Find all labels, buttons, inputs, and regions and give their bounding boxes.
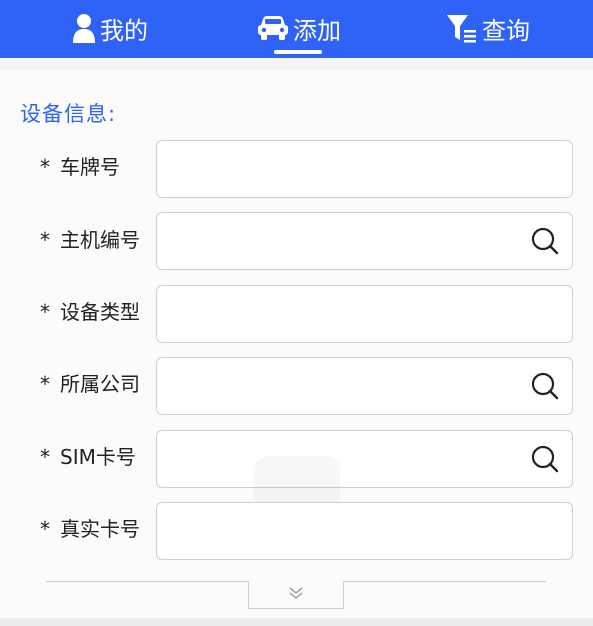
host-id-field — [156, 212, 573, 270]
filter-icon — [446, 13, 478, 43]
field-label-device-type: * 设备类型 — [40, 300, 140, 324]
required-mark: * — [40, 372, 50, 396]
device-type-field — [156, 285, 573, 343]
search-icon[interactable] — [530, 371, 560, 401]
device-type-input[interactable] — [169, 286, 529, 342]
bottom-strip — [0, 618, 593, 626]
company-field — [156, 357, 573, 415]
tab-mine-label: 我的 — [100, 16, 148, 45]
tab-add-label: 添加 — [293, 16, 341, 45]
divider — [46, 581, 249, 582]
user-icon — [72, 13, 96, 43]
tab-add[interactable]: 添加 — [257, 8, 341, 48]
field-label-host-id: * 主机编号 — [40, 228, 140, 252]
active-tab-indicator — [274, 50, 322, 54]
company-input[interactable] — [169, 358, 529, 414]
field-label-company: * 所属公司 — [40, 372, 140, 396]
tab-query[interactable]: 查询 — [446, 8, 530, 48]
required-mark: * — [40, 517, 50, 541]
expand-more-button[interactable] — [248, 581, 344, 609]
field-label-plate: * 车牌号 — [40, 155, 120, 179]
search-icon[interactable] — [530, 226, 560, 256]
required-mark: * — [40, 228, 50, 252]
sim-number-field — [156, 430, 573, 488]
real-card-input[interactable] — [169, 503, 529, 559]
sim-number-input[interactable] — [169, 431, 529, 487]
required-mark: * — [40, 300, 50, 324]
tab-mine[interactable]: 我的 — [72, 8, 148, 48]
plate-number-input[interactable] — [169, 141, 529, 197]
car-icon — [257, 15, 289, 41]
plate-number-field — [156, 140, 573, 198]
required-mark: * — [40, 155, 50, 179]
section-title: 设备信息: — [20, 102, 117, 126]
field-label-real-card: * 真实卡号 — [40, 517, 140, 541]
search-icon[interactable] — [530, 444, 560, 474]
top-nav-bar: 我的 添加 查询 — [0, 0, 593, 58]
field-label-sim: * SIM卡号 — [40, 445, 136, 469]
required-mark: * — [40, 445, 50, 469]
host-id-input[interactable] — [169, 213, 529, 269]
real-card-field — [156, 502, 573, 560]
tab-query-label: 查询 — [482, 16, 530, 45]
chevron-double-down-icon — [288, 585, 304, 604]
divider — [343, 581, 546, 582]
